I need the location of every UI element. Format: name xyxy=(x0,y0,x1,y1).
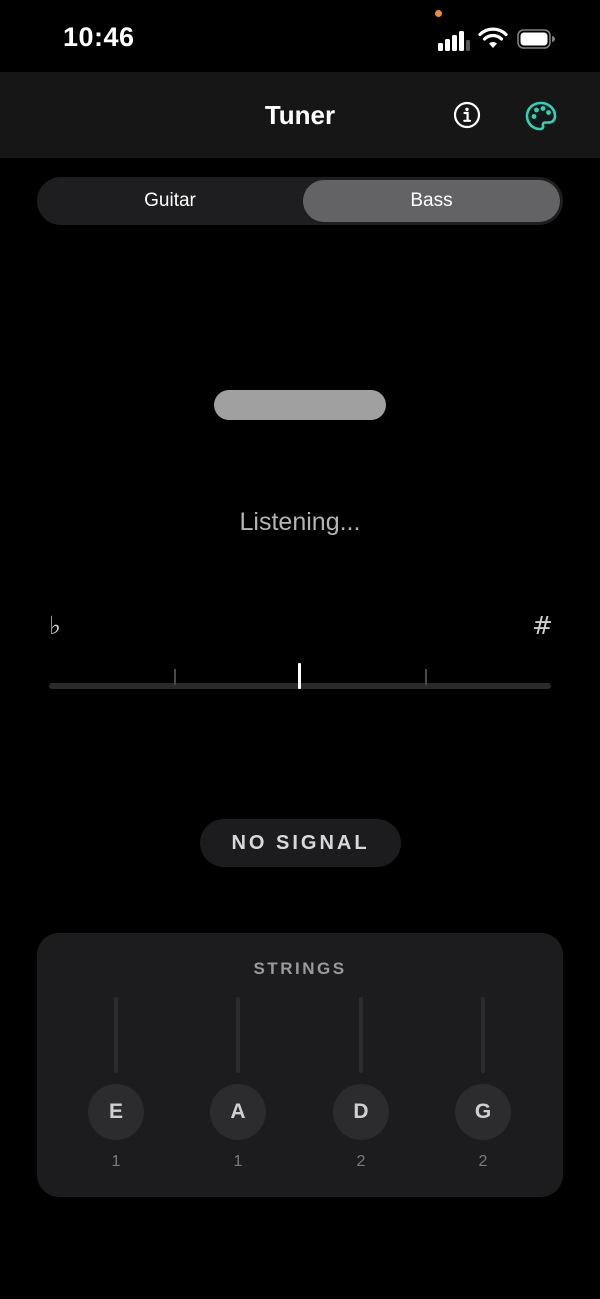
battery-icon xyxy=(517,29,555,49)
string-item: A 1 xyxy=(210,997,266,1177)
string-item: D 2 xyxy=(333,997,389,1177)
meter-tick-left xyxy=(174,669,176,685)
status-time: 10:46 xyxy=(63,22,135,52)
flat-symbol: ♭ xyxy=(49,611,61,640)
note-placeholder-pill xyxy=(214,390,386,420)
signal-status-badge: NO SIGNAL xyxy=(200,819,401,867)
page-title: Tuner xyxy=(264,100,336,130)
listening-status: Listening... xyxy=(239,508,361,536)
nav-header: Tuner xyxy=(0,72,600,158)
string-item: G 2 xyxy=(455,997,511,1177)
string-octave: 1 xyxy=(111,1153,121,1170)
instrument-segmented-control: Guitar Bass xyxy=(37,177,563,225)
string-level-bar xyxy=(236,997,240,1073)
strings-title: STRINGS xyxy=(253,959,347,978)
string-button-g[interactable]: G xyxy=(455,1084,511,1140)
sharp-symbol: # xyxy=(532,611,553,640)
meter-tick-right xyxy=(425,669,427,685)
status-bar: 10:46 xyxy=(0,0,600,72)
string-button-e[interactable]: E xyxy=(88,1084,144,1140)
signal-icon xyxy=(438,29,470,51)
string-level-bar xyxy=(114,997,118,1073)
privacy-indicator-dot xyxy=(435,10,442,17)
wifi-icon xyxy=(478,27,508,48)
string-button-a[interactable]: A xyxy=(210,1084,266,1140)
string-octave: 2 xyxy=(356,1153,366,1170)
segment-guitar[interactable]: Guitar xyxy=(40,180,300,222)
string-item: E 1 xyxy=(88,997,144,1177)
palette-icon[interactable] xyxy=(524,100,558,132)
string-octave: 1 xyxy=(233,1153,243,1170)
strings-card: STRINGS E 1 A 1 D 2 G 2 xyxy=(37,933,563,1197)
string-level-bar xyxy=(481,997,485,1073)
info-icon[interactable] xyxy=(453,101,481,129)
meter-center-needle xyxy=(298,663,301,689)
string-level-bar xyxy=(359,997,363,1073)
segment-bass[interactable]: Bass xyxy=(303,180,560,222)
string-button-d[interactable]: D xyxy=(333,1084,389,1140)
string-octave: 2 xyxy=(478,1153,488,1170)
